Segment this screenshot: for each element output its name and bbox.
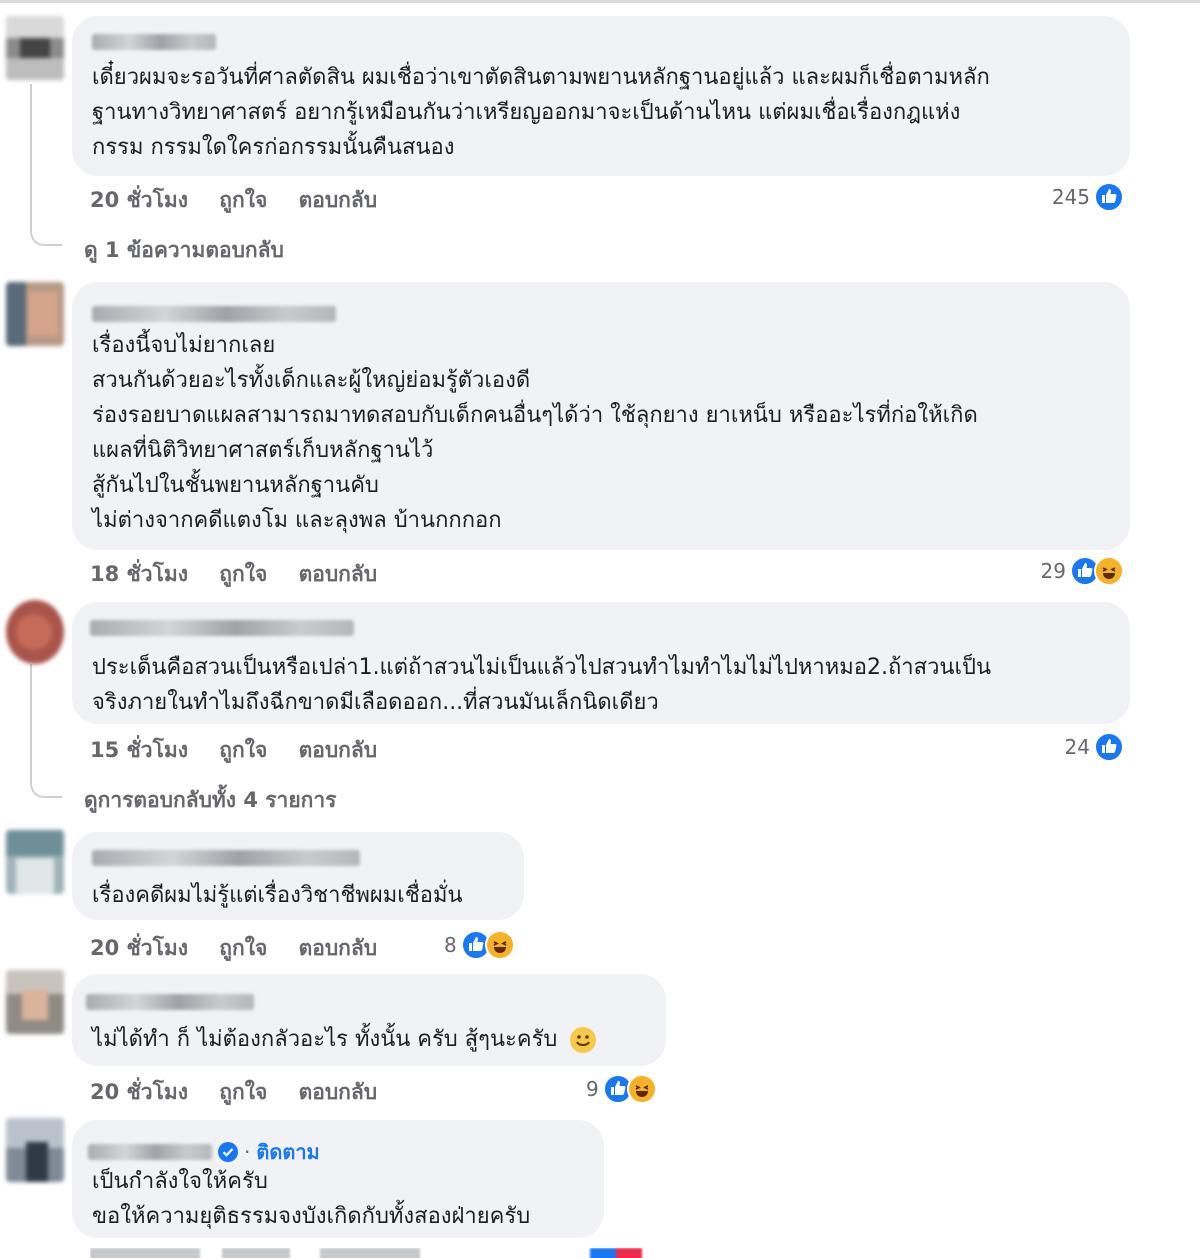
comment-actions: 20 ชั่วโมง ถูกใจ ตอบกลับ (90, 1076, 401, 1109)
comment-text-line: ขอให้ความยุติธรรมจงบังเกิดกับทั้งสองฝ่าย… (92, 1204, 531, 1229)
haha-icon (1094, 556, 1124, 586)
reaction-count: 8 (444, 933, 457, 957)
reply-button[interactable]: ตอบกลับ (299, 562, 378, 586)
follow-button[interactable]: ติดตาม (256, 1136, 319, 1168)
commenter-name[interactable] (92, 306, 336, 322)
timestamp[interactable]: 20 ชั่วโมง (90, 936, 188, 960)
like-button[interactable]: ถูกใจ (219, 936, 267, 960)
timestamp[interactable]: 15 ชั่วโมง (90, 738, 188, 762)
commenter-name[interactable] (88, 1144, 212, 1160)
comment-actions: 15 ชั่วโมง ถูกใจ ตอบกลับ (90, 734, 401, 767)
reply-button[interactable]: ตอบกลับ (299, 738, 378, 762)
avatar[interactable] (6, 830, 64, 894)
reaction-summary[interactable]: 29 (1041, 556, 1124, 586)
comment-text-line: ไม่ได้ทำ ก็ ไม่ต้องกลัวอะไร ทั้งนั้น ครั… (92, 1022, 646, 1057)
comment-header: · ติดตาม (88, 1136, 320, 1168)
like-button[interactable]: ถูกใจ (219, 1080, 267, 1104)
commenter-name[interactable] (90, 620, 354, 636)
comment-actions: 18 ชั่วโมง ถูกใจ ตอบกลับ (90, 558, 401, 591)
reaction-count: 245 (1051, 185, 1090, 209)
like-button[interactable]: ถูกใจ (219, 562, 267, 586)
comment-text-line: จริงภายในทำไมถึงฉีกขาดมีเลือดออก...ที่สว… (92, 690, 659, 715)
reaction-count: 29 (1040, 559, 1066, 583)
reply-button[interactable]: ตอบกลับ (299, 188, 378, 212)
timestamp[interactable]: 20 ชั่วโมง (90, 188, 188, 212)
comment-text-line: เป็นกำลังใจให้ครับ (92, 1169, 268, 1194)
like-button[interactable]: ถูกใจ (219, 188, 267, 212)
smiling-face-emoji (570, 1027, 597, 1053)
reaction-summary[interactable]: 24 (1065, 732, 1124, 762)
thread-line (30, 664, 62, 798)
verified-badge-icon (218, 1142, 238, 1162)
reaction-count: 24 (1064, 735, 1090, 759)
like-button[interactable]: ถูกใจ (219, 738, 267, 762)
avatar[interactable] (6, 282, 64, 346)
comment-text-line: เรื่องนี้จบไม่ยากเลย (92, 333, 276, 358)
avatar[interactable] (6, 600, 64, 664)
reaction-summary[interactable]: 9 (586, 1074, 657, 1104)
reaction-summary[interactable]: 245 (1052, 182, 1124, 212)
haha-icon (626, 1074, 657, 1104)
comment-bubble: · ติดตาม เป็นกำลังใจให้ครับ ขอให้ความยุต… (72, 1120, 604, 1238)
comment-bubble: เรื่องนี้จบไม่ยากเลย สวนกันด้วยอะไรทั้งเ… (72, 282, 1130, 550)
reply-button[interactable]: ตอบกลับ (299, 1080, 378, 1104)
comment-text-line: ไม่ต่างจากคดีแตงโม และลุงพล บ้านกกกอก (92, 508, 502, 533)
comment-text-line: เรื่องคดีผมไม่รู้แต่เรื่องวิชาชีพผมเชื่อ… (92, 883, 463, 908)
comment-text-line: เดี๋ยวผมจะรอวันที่ศาลตัดสิน ผมเชื่อว่าเข… (92, 65, 990, 90)
comment-bubble: ไม่ได้ทำ ก็ ไม่ต้องกลัวอะไร ทั้งนั้น ครั… (72, 974, 666, 1066)
commenter-name[interactable] (86, 994, 254, 1010)
comment-text: ไม่ได้ทำ ก็ ไม่ต้องกลัวอะไร ทั้งนั้น ครั… (92, 1027, 558, 1052)
comment-actions: 20 ชั่วโมง ถูกใจ ตอบกลับ (90, 932, 401, 965)
separator-dot: · (244, 1140, 251, 1164)
haha-icon (484, 930, 515, 960)
top-divider (0, 0, 1200, 3)
comment-text-line: แผลที่นิติวิทยาศาสตร์เก็บหลักฐานไว้ (92, 438, 434, 463)
comment-text-line: สู้กันไปในชั้นพยานหลักฐานคับ (92, 473, 379, 498)
timestamp[interactable]: 18 ชั่วโมง (90, 562, 188, 586)
reaction-count: 9 (586, 1077, 599, 1101)
timestamp[interactable]: 20 ชั่วโมง (90, 1080, 188, 1104)
comment-text-line: สวนกันด้วยอะไรทั้งเด็กและผู้ใหญ่ย่อมรู้ต… (92, 368, 531, 393)
cut-off-actions-row (90, 1248, 650, 1258)
comment-text-line: ฐานทางวิทยาศาสตร์ อยากรู้เหมือนกันว่าเหร… (92, 100, 961, 125)
avatar[interactable] (6, 16, 64, 80)
reaction-summary[interactable]: 8 (444, 930, 515, 960)
thread-line (30, 84, 62, 246)
view-replies-link[interactable]: ดูการตอบกลับทั้ง 4 รายการ (84, 784, 336, 817)
avatar[interactable] (6, 970, 64, 1034)
commenter-name[interactable] (92, 34, 216, 50)
comment-text-line: กรรม กรรมใดใครก่อกรรมนั้นคืนสนอง (92, 135, 455, 160)
avatar[interactable] (6, 1118, 64, 1182)
comment-text-line: ร่องรอยบาดแผลสามารถมาทดสอบกับเด็กคนอื่นๆ… (92, 403, 978, 428)
reply-button[interactable]: ตอบกลับ (299, 936, 378, 960)
like-icon (1094, 182, 1124, 212)
comment-bubble: เดี๋ยวผมจะรอวันที่ศาลตัดสิน ผมเชื่อว่าเข… (72, 16, 1130, 176)
like-icon (1094, 732, 1124, 762)
view-replies-link[interactable]: ดู 1 ข้อความตอบกลับ (84, 234, 284, 267)
comment-actions: 20 ชั่วโมง ถูกใจ ตอบกลับ (90, 184, 401, 217)
comment-text-line: ประเด็นคือสวนเป็นหรือเปล่า1.แต่ถ้าสวนไม่… (92, 655, 991, 680)
comment-bubble: เรื่องคดีผมไม่รู้แต่เรื่องวิชาชีพผมเชื่อ… (72, 832, 524, 920)
comment-bubble: ประเด็นคือสวนเป็นหรือเปล่า1.แต่ถ้าสวนไม่… (72, 602, 1130, 724)
commenter-name[interactable] (92, 850, 360, 866)
